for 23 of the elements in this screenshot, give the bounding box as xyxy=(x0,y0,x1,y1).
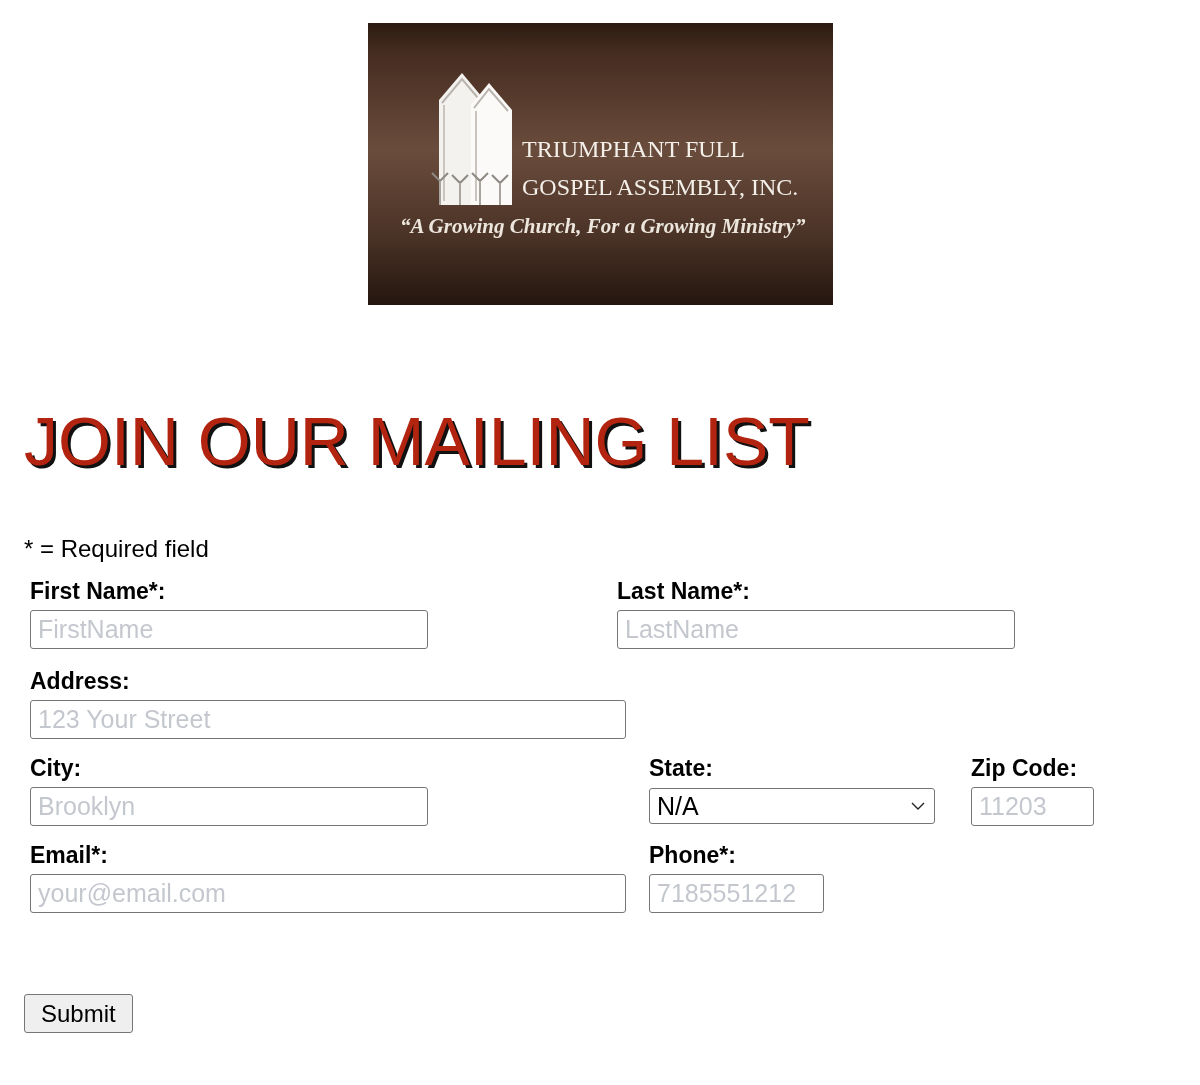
page-heading: JOIN OUR MAILING LIST xyxy=(24,407,810,475)
tagline: “A Growing Church, For a Growing Ministry” xyxy=(399,214,806,238)
field-label: Zip Code: xyxy=(971,755,1078,781)
field-label: First Name*: xyxy=(30,578,166,604)
input-field[interactable]: your@email.com xyxy=(30,874,626,913)
input-field[interactable]: FirstName xyxy=(30,610,428,649)
input-field[interactable]: LastName xyxy=(617,610,1015,649)
field-label: State: xyxy=(649,755,713,781)
field-label: Phone*: xyxy=(649,842,736,868)
input-field[interactable]: 11203 xyxy=(971,787,1094,826)
input-field[interactable]: 7185551212 xyxy=(649,874,824,913)
field-label: Email*: xyxy=(30,842,108,868)
field-label: City: xyxy=(30,755,82,781)
input-field[interactable]: Brooklyn xyxy=(30,787,428,826)
organization-name: TRIUMPHANT FULL GOSPEL ASSEMBLY, INC. xyxy=(521,136,798,200)
field-label: Address: xyxy=(30,668,130,694)
required-note: * = Required field xyxy=(24,535,209,563)
church-icon xyxy=(430,73,512,206)
input-field[interactable]: 123 Your Street xyxy=(30,700,626,739)
chevron-down-icon xyxy=(911,802,925,810)
dropdown-select[interactable]: N/A xyxy=(649,788,935,824)
field-label: Last Name*: xyxy=(617,578,750,604)
submit-button[interactable]: Submit xyxy=(24,994,133,1033)
